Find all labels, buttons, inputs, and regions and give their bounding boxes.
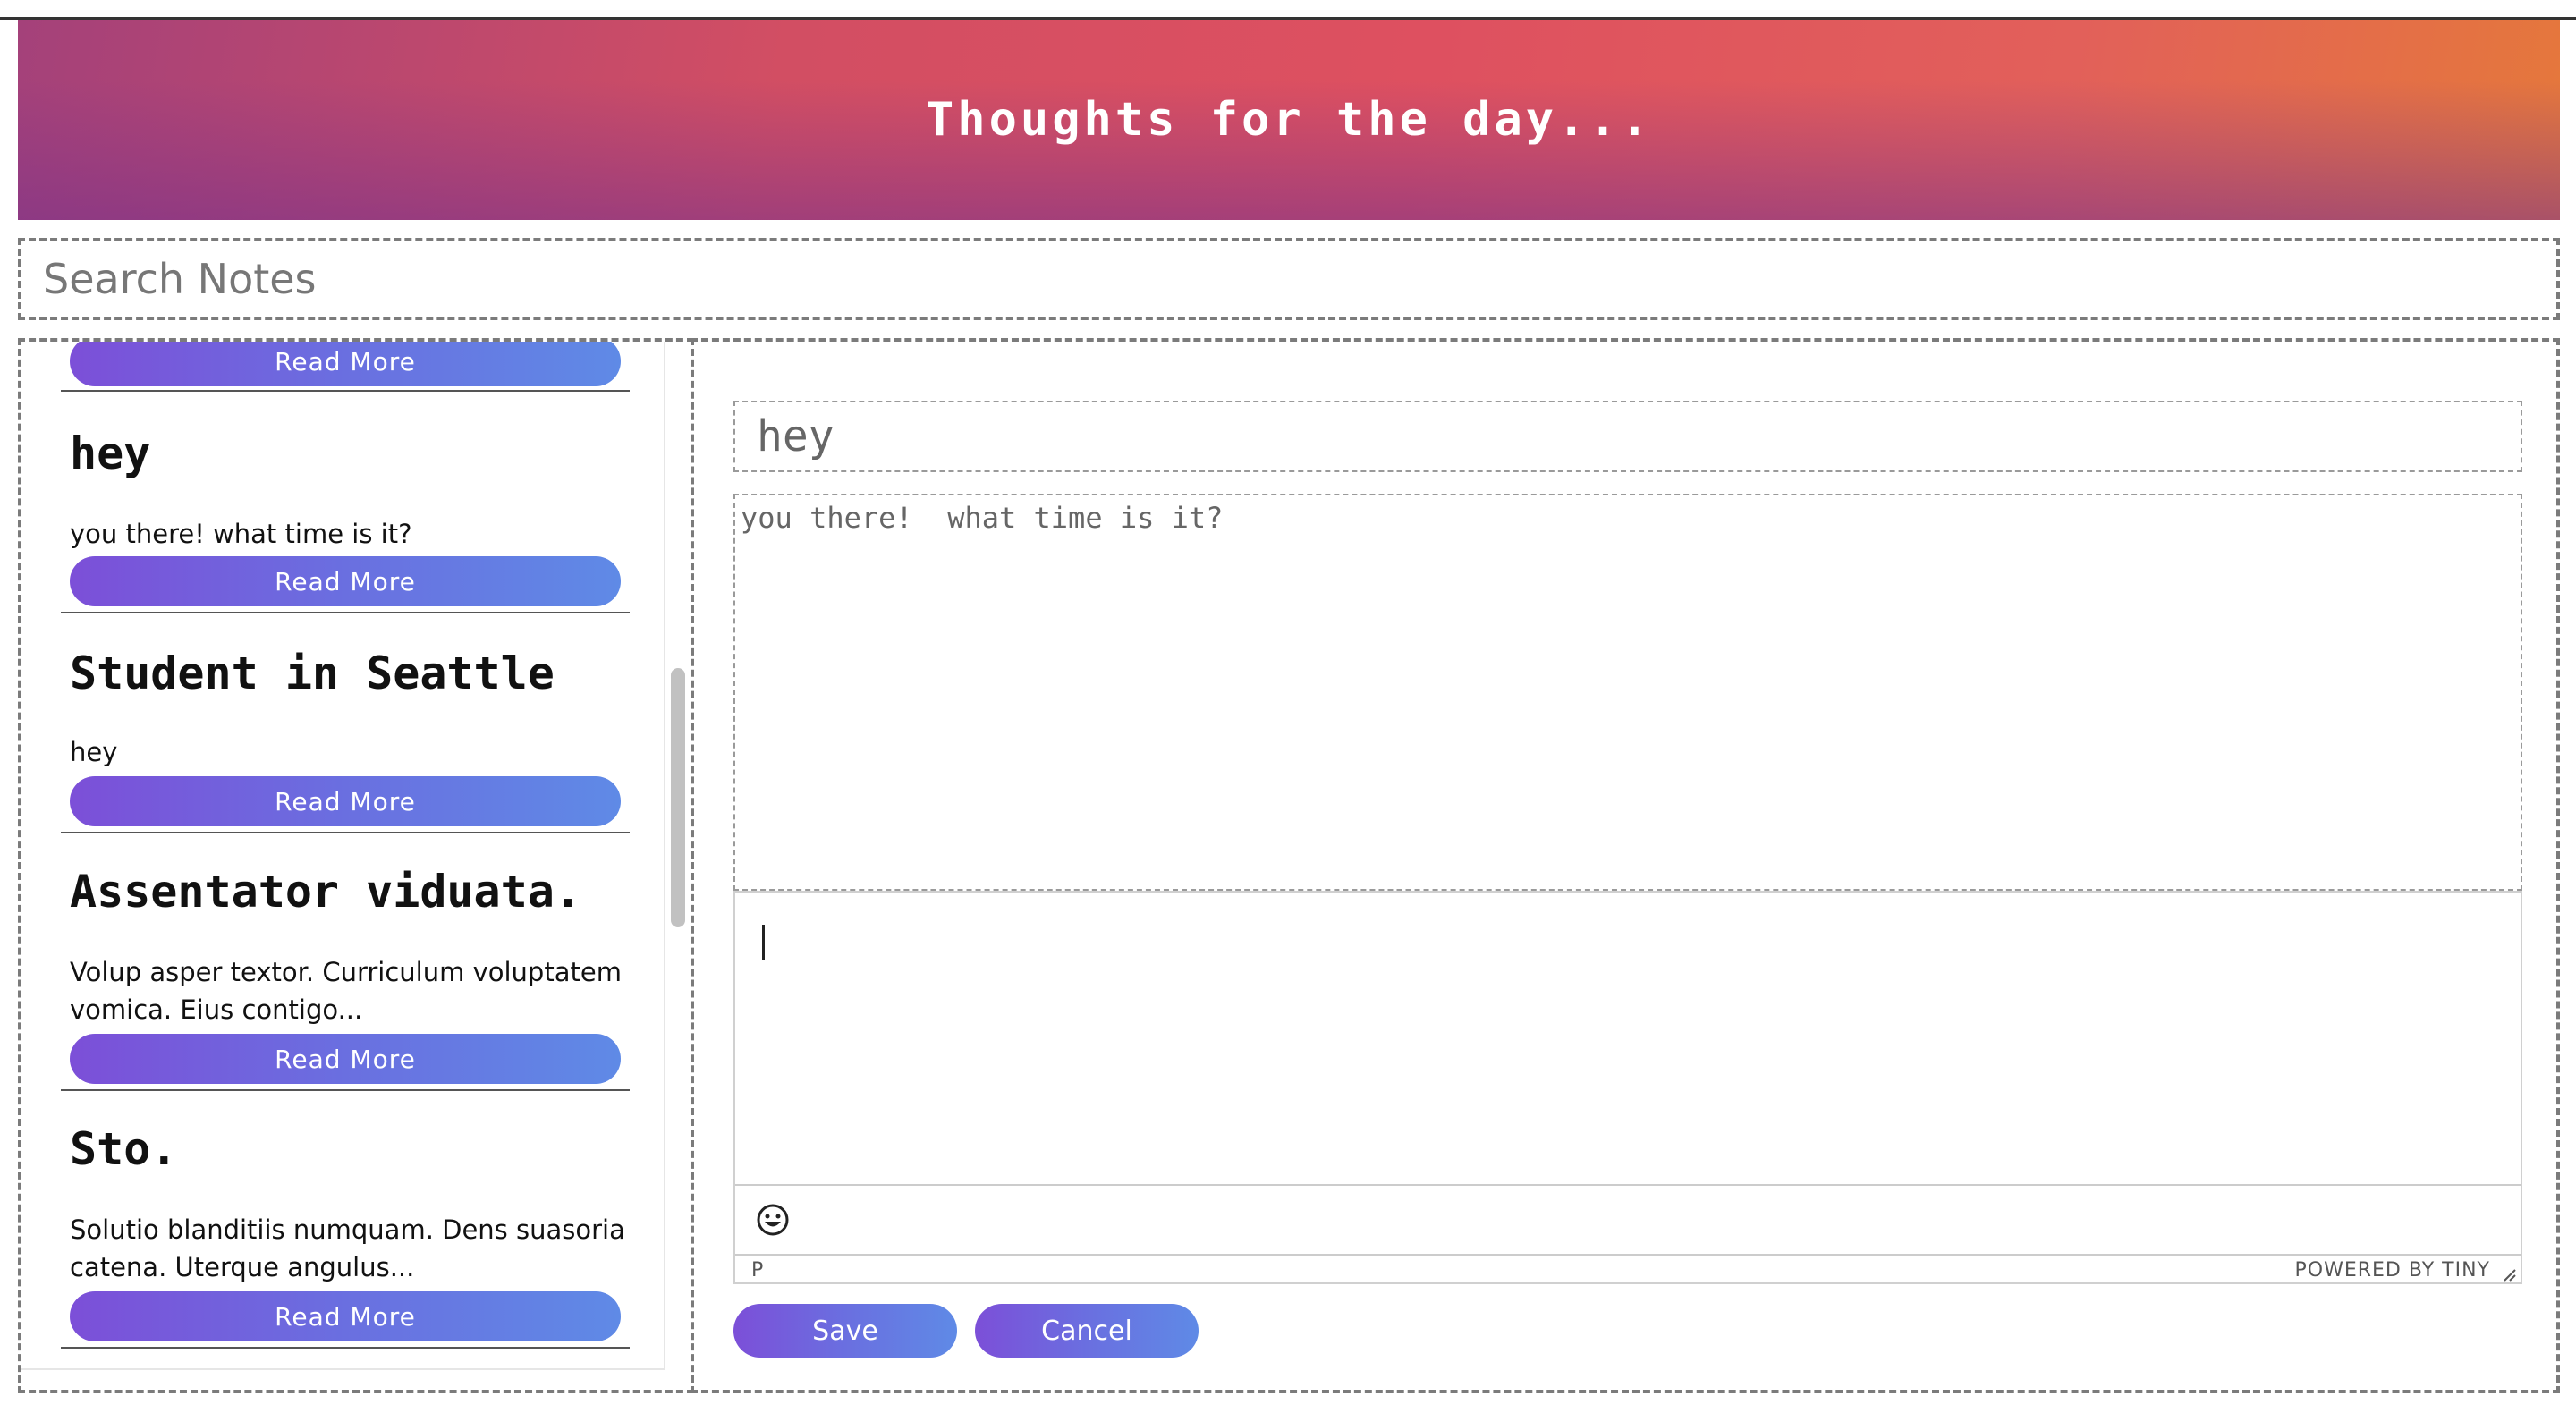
emoji-button[interactable]: [755, 1202, 791, 1238]
search-box: [18, 238, 2560, 320]
note-divider: [61, 390, 630, 392]
list-item: Sto. Solutio blanditiis numquam. Dens su…: [57, 1123, 648, 1349]
note-title: Student in Seattle: [70, 647, 555, 699]
rich-text-content-area[interactable]: [735, 893, 2521, 1184]
page-header: Thoughts for the day...: [18, 20, 2560, 220]
text-caret: [762, 925, 765, 960]
note-body-textarea[interactable]: you there! what time is it?: [735, 495, 2521, 889]
cancel-button[interactable]: Cancel: [975, 1304, 1199, 1358]
read-more-button[interactable]: Read More: [70, 776, 621, 826]
note-title-box: [733, 401, 2522, 472]
note-preview: you there! what time is it?: [70, 519, 412, 549]
note-title-input[interactable]: [735, 402, 2521, 470]
note-body-box: you there! what time is it?: [733, 494, 2522, 891]
emoji-icon: [757, 1204, 789, 1236]
element-path[interactable]: P: [751, 1259, 763, 1282]
editor-statusbar: P POWERED BY TINY: [735, 1254, 2521, 1284]
rich-text-editor: P POWERED BY TINY: [733, 891, 2522, 1284]
note-divider: [61, 612, 630, 613]
note-divider: [61, 1347, 630, 1349]
note-divider: [61, 1089, 630, 1091]
notes-sidebar: Read More hey you there! what time is it…: [18, 338, 694, 1393]
editor-toolbar: [735, 1184, 2521, 1256]
note-title: Sto.: [70, 1123, 178, 1175]
resize-handle-icon[interactable]: [2501, 1266, 2517, 1282]
note-preview: Volup asper textor. Curriculum voluptate…: [70, 957, 622, 1025]
note-title: Assentator viduata.: [70, 866, 581, 918]
read-more-button[interactable]: Read More: [70, 1034, 621, 1084]
search-input[interactable]: [21, 241, 2556, 317]
window-top-edge: [0, 0, 2576, 20]
read-more-button[interactable]: Read More: [70, 1291, 621, 1341]
list-item: Student in Seattle hey Read More: [57, 647, 648, 833]
note-divider: [61, 832, 630, 833]
powered-by-link[interactable]: POWERED BY TINY: [2295, 1259, 2491, 1282]
note-preview: hey: [70, 737, 118, 767]
read-more-button[interactable]: Read More: [70, 556, 621, 606]
note-preview: Solutio blanditiis numquam. Dens suasori…: [70, 1214, 625, 1282]
sidebar-scrollbar-thumb[interactable]: [671, 668, 685, 927]
note-title: hey: [70, 427, 151, 479]
page-title: Thoughts for the day...: [925, 93, 1653, 147]
read-more-button[interactable]: Read More: [70, 342, 621, 386]
list-item: hey you there! what time is it? Read Mor…: [57, 427, 648, 613]
notes-list[interactable]: Read More hey you there! what time is it…: [21, 342, 665, 1370]
list-item: Assentator viduata. Volup asper textor. …: [57, 866, 648, 1091]
save-button[interactable]: Save: [733, 1304, 957, 1358]
note-editor-panel: you there! what time is it? P POWERED BY…: [691, 338, 2560, 1393]
